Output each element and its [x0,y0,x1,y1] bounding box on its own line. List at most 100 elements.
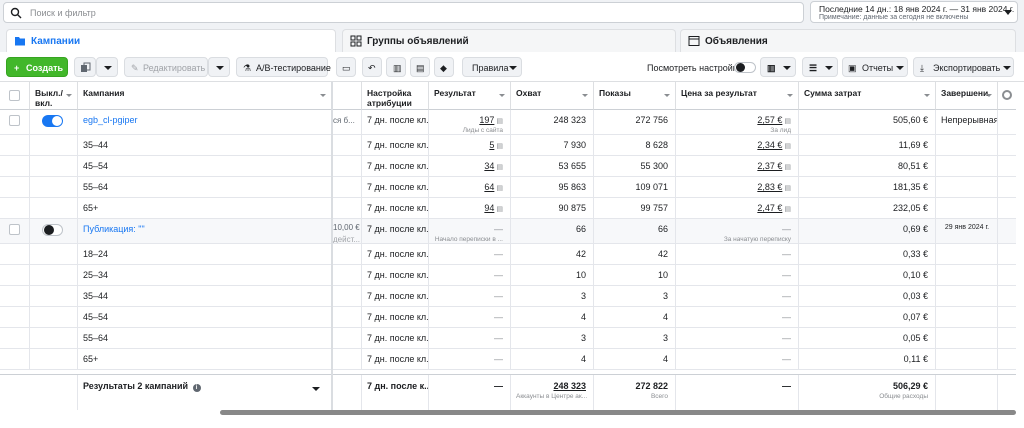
trash-icon: ▥ [393,63,402,73]
duplicate-icon [81,62,91,72]
row-cpr-value[interactable]: 2,57 € [757,115,782,125]
chevron-down-icon [104,66,112,70]
campaign-name-link[interactable]: egb_cl-pgiper [78,110,332,134]
row-cpr-value: — [782,354,791,364]
breakdown-row[interactable]: 35–44 7 дн. после кл... — 3 3 — 0,03 € [0,286,1016,307]
col-impressions-header[interactable]: Показы [594,82,676,110]
row-cpr-value[interactable]: 2,83 € [757,182,782,192]
campaign-row[interactable]: egb_cl-pgiper ся б... 7 дн. после кл... 197… [0,110,1016,135]
campaign-toggle[interactable] [42,224,63,236]
row-cpr-value: — [782,249,791,259]
ab-test-button[interactable]: ⚗ A/B-тестирование [236,57,331,77]
col-spent-header[interactable]: Сумма затрат [799,82,936,110]
row-cpr-value[interactable]: 2,47 € [757,203,782,213]
create-button[interactable]: + Создать [6,57,68,77]
row-hidden-cell [333,286,362,306]
col-toggle-header[interactable]: Выкл./вкл. [30,82,78,110]
archive-button[interactable]: ▭ [336,57,356,77]
tab-campaigns[interactable]: Кампании [6,29,336,52]
sort-icon [924,94,930,97]
campaign-toggle[interactable] [42,115,63,127]
row-cpr-value[interactable]: 2,37 € [757,161,782,171]
flask-icon: ⚗ [243,63,252,73]
row-result-value: — [494,333,503,343]
view-settings-toggle[interactable] [734,62,756,73]
col-reach-label: Охват [516,88,542,98]
reports-button[interactable]: ▣ Отчеты [842,57,908,77]
breakdown-button[interactable]: ☰ [802,57,838,77]
row-select-cell [0,156,30,176]
columns-button[interactable]: ▥ [760,57,796,77]
row-select-cell [0,286,30,306]
row-checkbox[interactable] [9,224,20,235]
date-range-picker[interactable]: Последние 14 дн.: 18 янв 2024 г. — 31 ян… [810,1,1018,23]
edit-menu-button[interactable] [208,57,230,77]
col-cpr-header[interactable]: Цена за результат [676,82,799,110]
age-breakdown-label: 45–54 [78,156,332,176]
breakdown-row[interactable]: 55–64 7 дн. после кл... — 3 3 — 0,05 € [0,328,1016,349]
row-result: — Начало переписки в ... [429,219,511,243]
breakdown-row[interactable]: 55–64 7 дн. после кл... 64 ▤ 95 863 109 071 2,… [0,177,1016,198]
breakdown-row[interactable]: 18–24 7 дн. после кл... — 42 42 — 0,33 € [0,244,1016,265]
breakdown-row[interactable]: 65+ 7 дн. после кл... 94 ▤ 90 875 99 757 2,47 … [0,198,1016,219]
top-bar: Поиск и фильтр Последние 14 дн.: 18 янв … [0,0,1024,26]
export-button[interactable]: ⤓ Экспортировать [913,57,1014,77]
date-range-label: Последние 14 дн.: 18 янв 2024 г. — 31 ян… [819,4,1015,14]
row-result-value[interactable]: 94 [484,203,494,213]
chart-icon: ▤ [496,185,503,192]
col-reach-header[interactable]: Охват [511,82,594,110]
horizontal-scrollbar[interactable] [220,410,1016,415]
duplicate-button[interactable] [74,57,96,77]
col-spent-label: Сумма затрат [804,88,862,98]
undo-button[interactable]: ↶ [362,57,382,77]
search-filter-input[interactable]: Поиск и фильтр [3,2,804,23]
breakdown-row[interactable]: 65+ 7 дн. после кл... — 4 4 — 0,11 € [0,349,1016,370]
row-select-cell [0,110,30,134]
breakdown-row[interactable]: 45–54 7 дн. после кл... 34 ▤ 53 655 55 300 2,3… [0,156,1016,177]
row-checkbox[interactable] [9,115,20,126]
col-campaign-header[interactable]: Кампания [78,82,332,110]
campaign-name-link[interactable]: Публикация: "" [78,219,332,243]
tag-button[interactable]: ◆ [434,57,454,77]
row-cpr-value: — [782,333,791,343]
row-result-value[interactable]: 197 [479,115,494,125]
duplicate-menu-button[interactable] [96,57,118,77]
edit-button[interactable]: ✎ Редактировать [124,57,208,77]
col-cpr-label: Цена за результат [681,88,757,98]
col-ends-header[interactable]: Завершени [936,82,998,110]
col-settings-header[interactable] [998,82,1016,110]
row-spent: 505,60 € [799,110,936,134]
tab-ad-sets[interactable]: Группы объявлений [342,29,676,52]
gear-icon [1002,90,1012,100]
row-attribution: 7 дн. после кл... [362,307,429,327]
row-impressions: 3 [594,328,676,348]
row-result-value: — [494,312,503,322]
col-attribution-header[interactable]: Настройка атрибуции [362,82,429,110]
breakdown-row[interactable]: 45–54 7 дн. после кл... — 4 4 — 0,07 € [0,307,1016,328]
breakdown-row[interactable]: 35–44 7 дн. после кл... 5 ▤ 7 930 8 628 2,34 €… [0,135,1016,156]
rules-button[interactable]: Правила [462,57,522,77]
chevron-down-icon[interactable] [312,387,320,391]
sort-icon [582,94,588,97]
toolbar: + Создать ✎ Редактировать ⚗ A/B-тестиров… [0,52,1024,82]
chart-icon: ▤ [496,143,503,150]
row-result-value[interactable]: 5 [489,140,494,150]
row-cpr-value[interactable]: 2,34 € [757,140,782,150]
row-cpr: — [676,286,799,306]
tab-ads[interactable]: Объявления [680,29,1016,52]
col-result-header[interactable]: Результат [429,82,511,110]
col-campaign-label: Кампания [83,88,125,98]
ghost-text: ся б... [333,116,355,125]
delete-button[interactable]: ▥ [386,57,406,77]
row-result-value[interactable]: 64 [484,182,494,192]
row-hidden-cell [333,328,362,348]
totals-result: — [429,375,511,410]
preview-button[interactable]: ▤ [410,57,430,77]
breakdown-row[interactable]: 25–34 7 дн. после кл... — 10 10 — 0,10 € [0,265,1016,286]
row-toggle-cell [30,177,78,197]
row-result-value[interactable]: 34 [484,161,494,171]
campaign-row[interactable]: Публикация: "" 10,00 € дейст... 7 дн. после… [0,219,1016,244]
frozen-column-divider[interactable] [331,82,333,412]
select-all-checkbox[interactable] [9,90,20,101]
chevron-down-icon [783,66,791,70]
